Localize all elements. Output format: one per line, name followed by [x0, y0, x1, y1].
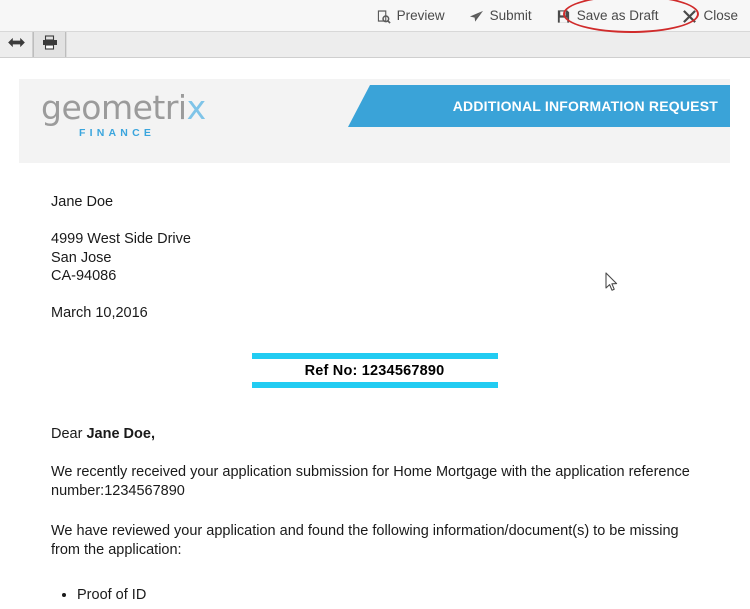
print-button[interactable] [33, 32, 66, 57]
address-line-1: 4999 West Side Drive [51, 231, 191, 247]
reference-box-bottom-bar [251, 381, 498, 388]
navigate-back-forward-button[interactable] [0, 32, 33, 57]
address-line-2: San Jose [51, 249, 112, 266]
logo-subtitle: FINANCE [79, 127, 156, 139]
company-logo: geometrix FINANCE [41, 91, 206, 139]
double-arrow-icon [7, 36, 26, 54]
letter-body: Jane Doe 4999 West Side Drive San Jose C… [19, 194, 730, 605]
preview-button[interactable]: Preview [364, 0, 457, 32]
preview-button-label: Preview [396, 8, 445, 24]
salutation-name: Jane Doe, [86, 425, 155, 442]
paper-plane-icon [469, 9, 484, 24]
toolbar-spacer [66, 32, 750, 57]
list-item: Proof of ID [77, 586, 698, 605]
logo-wordmark: geometrix [41, 91, 206, 124]
document-type-banner: ADDITIONAL INFORMATION REQUEST [348, 85, 730, 127]
save-as-draft-button[interactable]: Save as Draft [544, 0, 671, 32]
floppy-disk-save-icon [556, 9, 571, 24]
letter-date: March 10,2016 [51, 304, 148, 321]
letter-page: geometrix FINANCE ADDITIONAL INFORMATION… [19, 79, 730, 609]
paragraph-application-received: We recently received your application su… [51, 463, 690, 499]
close-x-icon [682, 9, 697, 24]
toolbar-action-group: Preview Submit Save as Draft Close [364, 0, 750, 32]
document-type-banner-label: ADDITIONAL INFORMATION REQUEST [452, 98, 718, 114]
reference-number-box: Ref No: 1234567890 [251, 352, 498, 388]
missing-documents-list: Proof of ID [51, 586, 698, 605]
submit-button-label: Submit [489, 8, 532, 24]
address-line-3: CA-94086 [51, 268, 117, 284]
letterhead: geometrix FINANCE ADDITIONAL INFORMATION… [19, 79, 730, 163]
paragraph-missing-intro: We have reviewed your application and fo… [51, 522, 679, 558]
salutation: Dear Jane Doe, [51, 426, 698, 442]
recipient-name: Jane Doe [51, 194, 114, 210]
top-toolbar: Preview Submit Save as Draft Close [0, 0, 750, 32]
document-viewport: geometrix FINANCE ADDITIONAL INFORMATION… [0, 58, 750, 609]
preview-document-icon [376, 9, 391, 24]
printer-icon [42, 34, 58, 55]
logo-wordmark-accent: x [186, 88, 207, 127]
recipient-address: 4999 West Side Drive San Jose CA-94086 [51, 230, 698, 286]
reference-number-label: Ref No: 1234567890 [304, 362, 445, 379]
logo-wordmark-main: geometri [41, 88, 187, 127]
close-button-label: Close [703, 8, 738, 24]
submit-button[interactable]: Submit [457, 0, 544, 32]
salutation-prefix: Dear [51, 425, 87, 442]
close-button[interactable]: Close [670, 0, 750, 32]
secondary-toolbar [0, 32, 750, 58]
save-as-draft-button-label: Save as Draft [576, 8, 659, 24]
